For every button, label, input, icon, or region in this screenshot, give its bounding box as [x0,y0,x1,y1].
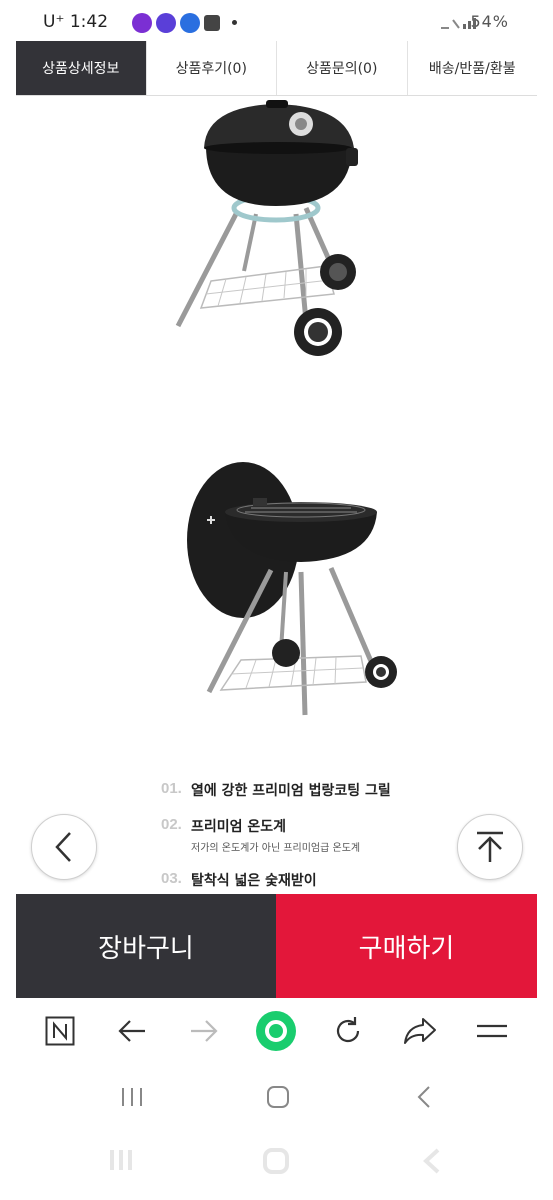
buy-now-button[interactable]: 구매하기 [276,894,537,998]
arrow-up-to-top-icon [477,831,503,862]
tab-inquiries[interactable]: 상품문의(0) [277,41,408,95]
refresh-icon[interactable] [328,1011,368,1051]
feature-subtitle: 저가의 온도계가 아닌 프리미엄급 온도계 [191,843,361,854]
scroll-top-button[interactable] [457,814,523,880]
forward-arrow-icon[interactable] [184,1011,224,1051]
ghost-recent-apps-icon [110,1150,132,1170]
detail-tabs: 상품상세정보 상품후기(0) 상품문의(0) 배송/반품/환불 [16,41,537,96]
back-nav-icon[interactable] [416,1085,432,1109]
previous-button[interactable] [31,814,97,880]
notification-icon [180,13,200,33]
feature-title: 탈착식 넓은 숯재받이 [191,873,317,889]
notification-icon [156,13,176,33]
system-nav-bar [16,1064,537,1130]
add-to-cart-button[interactable]: 장바구니 [16,894,276,998]
ghost-back-icon [423,1148,440,1174]
phone-screen: U⁺ 1:42 54% 상품상세정보 상품후기(0) 상품문의(0) 배송/반품… [16,0,537,1130]
tab-shipping-returns[interactable]: 배송/반품/환불 [407,41,537,95]
ghost-home-icon [263,1148,289,1174]
gallery-icon [204,15,220,31]
back-arrow-icon[interactable] [112,1011,152,1051]
menu-icon[interactable] [472,1011,512,1051]
recent-apps-icon[interactable] [120,1086,144,1108]
home-icon[interactable] [256,1011,296,1051]
tab-product-detail[interactable]: 상품상세정보 [16,41,147,95]
signal-icon [441,18,476,29]
feature-number: 02. [161,816,182,833]
status-bar: U⁺ 1:42 54% [16,0,537,44]
more-notifications-dot [232,20,237,25]
feature-title: 열에 강한 프리미엄 법랑코팅 그릴 [191,783,391,799]
status-time: U⁺ 1:42 [43,12,109,32]
tab-reviews[interactable]: 상품후기(0) [146,41,277,95]
share-icon[interactable] [400,1011,440,1051]
feature-number: 01. [161,780,182,797]
grill-image-closed [175,100,358,356]
notification-icon [132,13,152,33]
naver-icon[interactable] [40,1011,80,1051]
browser-toolbar [16,998,537,1064]
feature-number: 03. [161,870,182,887]
home-nav-icon[interactable] [266,1085,290,1109]
grill-image-open [187,462,397,716]
feature-title: 프리미엄 온도계 [191,819,287,835]
chevron-left-icon [55,832,71,862]
